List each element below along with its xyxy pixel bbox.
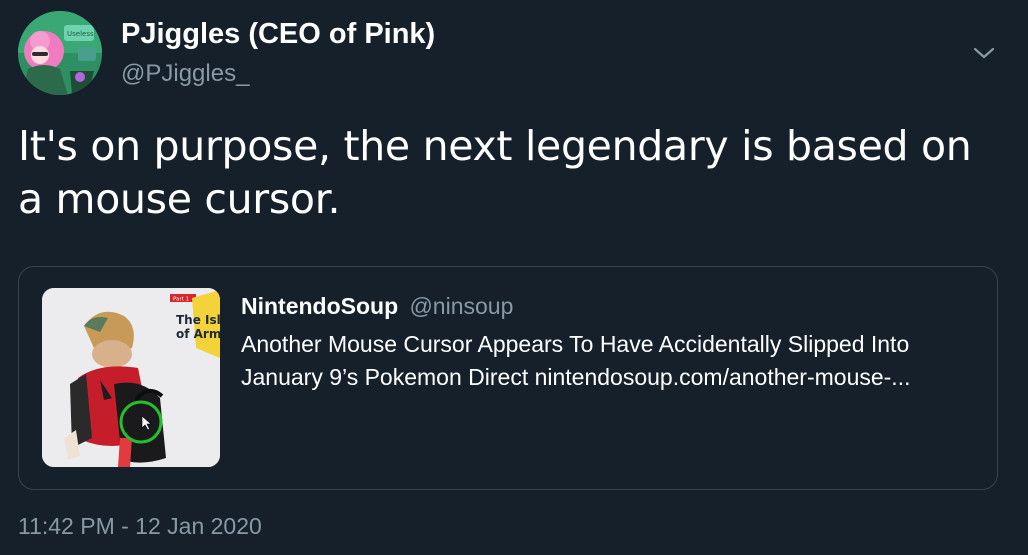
quoted-tweet-body: NintendoSoup @ninsoup Another Mouse Curs… — [241, 291, 977, 394]
quoted-tweet-author: NintendoSoup @ninsoup — [241, 291, 977, 322]
tweet-text: It's on purpose, the next legendary is b… — [18, 122, 972, 223]
svg-text:Useless: Useless — [67, 30, 94, 38]
quoted-tweet-card[interactable]: Part 1 The Isle of Armo NintendoSo — [18, 266, 998, 490]
quoted-tweet-thumbnail: Part 1 The Isle of Armo — [42, 288, 220, 467]
avatar[interactable]: Useless — [18, 11, 102, 95]
display-name[interactable]: PJiggles (CEO of Pink) — [121, 18, 435, 51]
thumbnail-badge: Part 1 — [173, 297, 189, 303]
chevron-down-icon[interactable] — [970, 42, 998, 64]
thumbnail-title-line1: The Isle — [176, 313, 220, 327]
quoted-author-handle: @ninsoup — [409, 293, 514, 319]
user-handle[interactable]: @PJiggles_ — [121, 60, 249, 88]
thumbnail-title-line2: of Armo — [176, 327, 220, 341]
quoted-tweet-text: Another Mouse Cursor Appears To Have Acc… — [241, 331, 911, 390]
avatar-illustration: Useless — [18, 11, 102, 95]
tweet-timestamp[interactable]: 11:42 PM - 12 Jan 2020 — [18, 513, 262, 540]
quoted-author-name: NintendoSoup — [241, 293, 399, 319]
tweet: Useless PJiggles (CEO of Pink) @PJiggles… — [0, 0, 1028, 555]
